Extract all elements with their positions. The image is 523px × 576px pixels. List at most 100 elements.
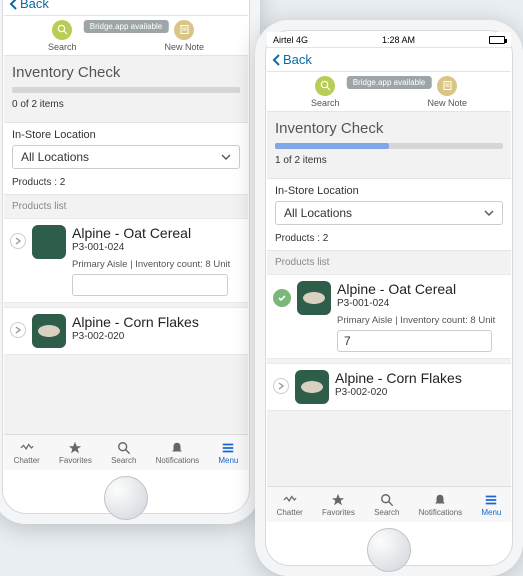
chevron-left-icon xyxy=(271,54,281,66)
product-meta: Primary Aisle | Inventory count: 8 Unit xyxy=(72,259,242,270)
new-note-tool[interactable]: New Note xyxy=(164,20,204,52)
bell-icon xyxy=(170,441,184,455)
page-title: Inventory Check xyxy=(267,112,511,143)
product-body: Alpine - Corn Flakes P3-002-020 xyxy=(335,370,505,398)
tab-notifications-label: Notifications xyxy=(419,508,463,517)
chatter-icon xyxy=(20,441,34,455)
product-sku: P3-001-024 xyxy=(337,298,505,309)
tab-chatter-label: Chatter xyxy=(277,508,303,517)
location-panel: In-Store Location All Locations Products… xyxy=(267,178,511,251)
check-icon[interactable] xyxy=(273,289,291,307)
phone-frame-b: Airtel 4G 1:28 AM Back Search Bridge.app… xyxy=(255,20,523,576)
phone-frame-a: Airtel 4G 1:53 AM Back Search Bridge.app… xyxy=(0,0,260,524)
tab-notifications[interactable]: Notifications xyxy=(156,441,200,465)
back-label: Back xyxy=(20,0,49,11)
home-button[interactable] xyxy=(367,528,411,572)
clock-label: 1:28 AM xyxy=(382,35,415,45)
progress-text: 1 of 2 items xyxy=(267,155,511,172)
tab-favorites[interactable]: Favorites xyxy=(322,493,355,517)
progress-bar xyxy=(12,87,240,93)
products-count: Products : 2 xyxy=(12,177,240,188)
bridge-app-badge[interactable]: Bridge.app available xyxy=(84,20,169,33)
chatter-icon xyxy=(283,493,297,507)
product-row[interactable]: Alpine - Oat Cereal P3-001-024 Primary A… xyxy=(4,218,248,303)
tab-chatter[interactable]: Chatter xyxy=(277,493,303,517)
page-title: Inventory Check xyxy=(4,56,248,87)
product-body: Alpine - Corn Flakes P3-002-020 xyxy=(72,314,242,342)
tab-favorites-label: Favorites xyxy=(59,456,92,465)
product-sku: P3-002-020 xyxy=(335,387,505,398)
tab-notifications[interactable]: Notifications xyxy=(419,493,463,517)
search-icon xyxy=(52,20,72,40)
status-bar: Airtel 4G 1:28 AM xyxy=(267,32,511,48)
screen-a: Airtel 4G 1:53 AM Back Search Bridge.app… xyxy=(4,0,248,470)
star-icon xyxy=(68,441,82,455)
product-sku: P3-002-020 xyxy=(72,331,242,342)
note-icon xyxy=(437,76,457,96)
carrier-label: Airtel 4G xyxy=(273,35,308,45)
tool-row: Search Bridge.app available New Note xyxy=(267,72,511,112)
tab-search-label: Search xyxy=(374,508,399,517)
note-icon xyxy=(174,20,194,40)
location-value: All Locations xyxy=(284,206,352,220)
location-label: In-Store Location xyxy=(275,185,503,197)
tab-favorites-label: Favorites xyxy=(322,508,355,517)
bell-icon xyxy=(433,493,447,507)
tab-search-label: Search xyxy=(111,456,136,465)
expand-icon[interactable] xyxy=(273,378,289,394)
search-icon xyxy=(315,76,335,96)
search-tool-label: Search xyxy=(48,42,77,52)
tab-favorites[interactable]: Favorites xyxy=(59,441,92,465)
search-icon xyxy=(117,441,131,455)
back-label: Back xyxy=(283,52,312,67)
product-body: Alpine - Oat Cereal P3-001-024 Primary A… xyxy=(337,281,505,352)
menu-icon xyxy=(484,493,498,507)
back-button[interactable]: Back xyxy=(267,48,511,72)
products-list-header: Products list xyxy=(267,251,511,274)
back-button[interactable]: Back xyxy=(4,0,248,16)
new-note-tool[interactable]: New Note xyxy=(427,76,467,108)
search-icon xyxy=(380,493,394,507)
product-row[interactable]: Alpine - Corn Flakes P3-002-020 xyxy=(4,307,248,355)
inventory-input[interactable] xyxy=(72,274,228,296)
tab-search[interactable]: Search xyxy=(374,493,399,517)
tab-menu[interactable]: Menu xyxy=(218,441,238,465)
location-select[interactable]: All Locations xyxy=(275,201,503,225)
progress-bar xyxy=(275,143,503,149)
home-button[interactable] xyxy=(104,476,148,520)
product-thumb xyxy=(295,370,329,404)
tab-chatter-label: Chatter xyxy=(14,456,40,465)
product-thumb xyxy=(32,225,66,259)
screen-b: Airtel 4G 1:28 AM Back Search Bridge.app… xyxy=(267,32,511,522)
location-value: All Locations xyxy=(21,150,89,164)
tab-bar: Chatter Favorites Search Notifications M… xyxy=(267,486,511,522)
tab-menu[interactable]: Menu xyxy=(481,493,501,517)
product-title: Alpine - Oat Cereal xyxy=(72,225,242,241)
search-tool[interactable]: Search xyxy=(48,20,77,52)
chevron-left-icon xyxy=(8,0,18,10)
product-thumb xyxy=(32,314,66,348)
search-tool[interactable]: Search xyxy=(311,76,340,108)
expand-icon[interactable] xyxy=(10,233,26,249)
tab-chatter[interactable]: Chatter xyxy=(14,441,40,465)
tab-notifications-label: Notifications xyxy=(156,456,200,465)
product-title: Alpine - Corn Flakes xyxy=(335,370,505,386)
product-thumb xyxy=(297,281,331,315)
product-row[interactable]: Alpine - Corn Flakes P3-002-020 xyxy=(267,363,511,411)
tab-search[interactable]: Search xyxy=(111,441,136,465)
new-note-label: New Note xyxy=(164,42,204,52)
tool-row: Search Bridge.app available New Note xyxy=(4,16,248,56)
expand-icon[interactable] xyxy=(10,322,26,338)
product-sku: P3-001-024 xyxy=(72,242,242,253)
product-body: Alpine - Oat Cereal P3-001-024 Primary A… xyxy=(72,225,242,296)
product-row[interactable]: Alpine - Oat Cereal P3-001-024 Primary A… xyxy=(267,274,511,359)
product-title: Alpine - Oat Cereal xyxy=(337,281,505,297)
progress-text: 0 of 2 items xyxy=(4,99,248,116)
menu-icon xyxy=(221,441,235,455)
bridge-app-badge[interactable]: Bridge.app available xyxy=(347,76,432,89)
location-select[interactable]: All Locations xyxy=(12,145,240,169)
inventory-input[interactable] xyxy=(337,330,492,352)
product-title: Alpine - Corn Flakes xyxy=(72,314,242,330)
star-icon xyxy=(331,493,345,507)
tab-menu-label: Menu xyxy=(481,508,501,517)
